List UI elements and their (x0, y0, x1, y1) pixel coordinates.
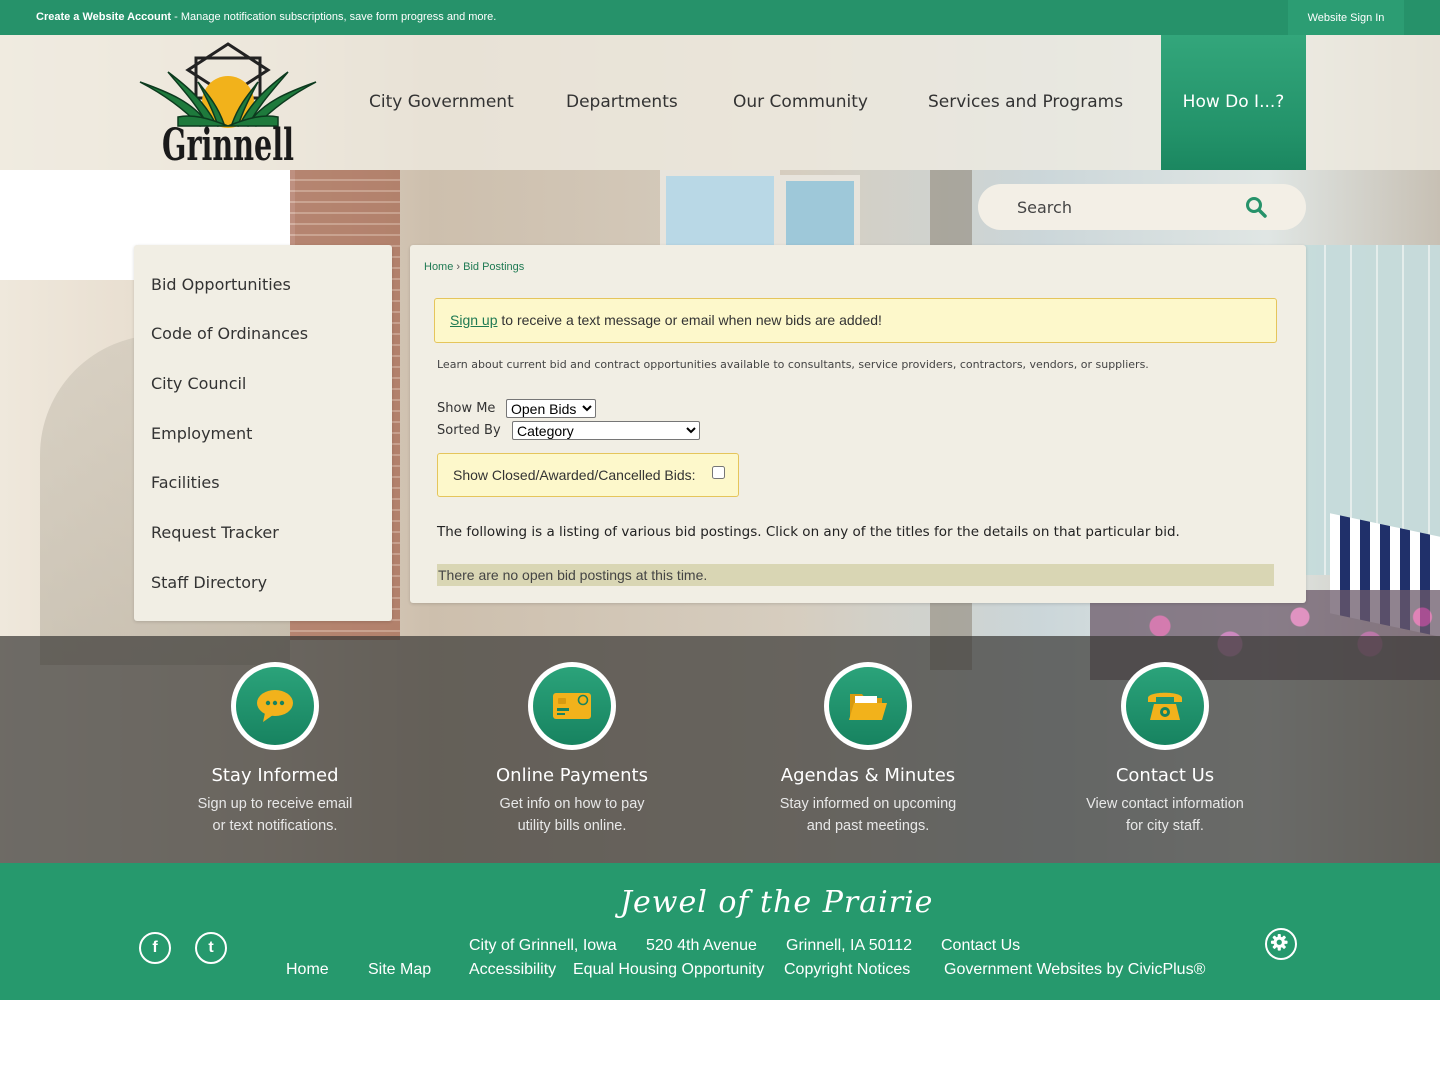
footer-tagline: Jewel of the Prairie (620, 885, 934, 920)
show-closed-bids-label: Show Closed/Awarded/Cancelled Bids: (453, 467, 696, 483)
quick-link-description-line: View contact information (1086, 796, 1244, 812)
quick-link-circle[interactable] (231, 662, 319, 750)
sorted-by-select[interactable]: Category (512, 421, 700, 440)
show-me-label: Show Me (437, 401, 496, 416)
quick-link-description-line: Get info on how to pay (499, 796, 645, 812)
main-content: Home › Bid Postings Sign up to receive a… (410, 245, 1306, 603)
account-description: - Manage notification subscriptions, sav… (171, 11, 497, 23)
breadcrumb-home[interactable]: Home (424, 261, 453, 273)
breadcrumb-separator: › (456, 261, 461, 273)
footer-civicplus-link[interactable]: Government Websites by CivicPlus® (944, 961, 1205, 979)
top-account-bar: Create a Website Account - Manage notifi… (0, 0, 1440, 35)
sign-up-link[interactable]: Sign up (450, 312, 497, 328)
breadcrumb-current[interactable]: Bid Postings (463, 261, 524, 273)
footer-city-name: City of Grinnell, Iowa (469, 937, 617, 954)
listing-description: The following is a listing of various bi… (437, 524, 1180, 540)
nav-city-government[interactable]: City Government (369, 35, 514, 170)
no-bids-message: There are no open bid postings at this t… (437, 564, 1274, 586)
sidebar-item-request-tracker[interactable]: Request Tracker (151, 523, 279, 542)
quick-link-title[interactable]: Contact Us (1035, 765, 1295, 786)
show-closed-bids-box: Show Closed/Awarded/Cancelled Bids: (437, 453, 739, 497)
quick-link-description: Sign up to receive email or text notific… (175, 793, 375, 837)
search-input[interactable] (998, 192, 1238, 222)
quick-link-title[interactable]: Stay Informed (145, 765, 405, 786)
nav-our-community[interactable]: Our Community (733, 35, 868, 170)
quick-link-description-line: or text notifications. (212, 818, 338, 834)
logo-text: Grinnell (162, 120, 294, 164)
create-account-link[interactable]: Create a Website Account (36, 11, 171, 23)
quick-link-circle[interactable] (528, 662, 616, 750)
quick-link-description-line: Sign up to receive email (197, 796, 353, 812)
quick-link-circle[interactable] (824, 662, 912, 750)
breadcrumb: Home › Bid Postings (424, 261, 524, 273)
nav-departments[interactable]: Departments (566, 35, 678, 170)
search-icon[interactable] (1244, 195, 1268, 219)
account-message: Create a Website Account - Manage notifi… (36, 11, 496, 23)
footer-site-map-link[interactable]: Site Map (368, 961, 431, 979)
credit-card-icon (553, 693, 591, 719)
footer-contact-us-link[interactable]: Contact Us (941, 937, 1020, 955)
quick-link-circle[interactable] (1121, 662, 1209, 750)
facebook-icon[interactable]: f (139, 932, 171, 964)
footer-city-state: Grinnell, IA 50112 (786, 937, 913, 954)
quick-link-description: Stay informed on upcoming and past meeti… (768, 793, 968, 837)
show-me-select[interactable]: Open Bids (506, 399, 596, 418)
footer-address: 520 4th Avenue (646, 937, 757, 954)
alert-text: to receive a text message or email when … (497, 312, 882, 328)
notify-alert: Sign up to receive a text message or ema… (434, 298, 1277, 343)
footer-home-link[interactable]: Home (286, 961, 329, 979)
sidebar-item-facilities[interactable]: Facilities (151, 473, 220, 492)
quick-links-band: Stay Informed Sign up to receive email o… (0, 636, 1440, 863)
show-closed-bids-checkbox[interactable] (712, 466, 725, 479)
footer-accessibility-link[interactable]: Accessibility (469, 961, 556, 979)
sorted-by-label: Sorted By (437, 423, 501, 438)
quick-link-title[interactable]: Agendas & Minutes (738, 765, 998, 786)
site-footer: Jewel of the Prairie f t City of Grinnel… (0, 863, 1440, 1000)
website-sign-in-button[interactable]: Website Sign In (1288, 0, 1404, 35)
footer-equal-housing-link[interactable]: Equal Housing Opportunity (573, 961, 764, 979)
grinnell-logo[interactable]: Grinnell (138, 42, 318, 164)
sidebar-item-city-council[interactable]: City Council (151, 374, 246, 393)
footer-copyright-link[interactable]: Copyright Notices (784, 961, 910, 979)
gear-icon[interactable] (1265, 928, 1297, 960)
quick-link-description-line: Stay informed on upcoming (779, 796, 957, 812)
quick-link-description: Get info on how to pay utility bills onl… (472, 793, 672, 837)
chat-bubble-icon (257, 690, 293, 722)
nav-how-do-i[interactable]: How Do I...? (1161, 35, 1306, 170)
quick-link-description-line: for city staff. (1126, 818, 1204, 834)
quick-link-description-line: and past meetings. (806, 818, 930, 834)
sidebar-item-staff-directory[interactable]: Staff Directory (151, 573, 267, 592)
telephone-icon (1148, 692, 1182, 720)
sidebar-item-bid-opportunities[interactable]: Bid Opportunities (151, 275, 291, 294)
search-box (978, 184, 1306, 230)
sidebar-nav: Bid Opportunities Code of Ordinances Cit… (134, 245, 392, 621)
nav-services-and-programs[interactable]: Services and Programs (928, 35, 1123, 170)
sidebar-item-employment[interactable]: Employment (151, 424, 252, 443)
quick-link-description: View contact information for city staff. (1065, 793, 1265, 837)
quick-link-title[interactable]: Online Payments (442, 765, 702, 786)
sidebar-item-code-of-ordinances[interactable]: Code of Ordinances (151, 324, 308, 343)
quick-link-description-line: utility bills online. (517, 818, 627, 834)
folder-icon (849, 694, 887, 720)
intro-text: Learn about current bid and contract opp… (437, 358, 1149, 371)
twitter-icon[interactable]: t (195, 932, 227, 964)
